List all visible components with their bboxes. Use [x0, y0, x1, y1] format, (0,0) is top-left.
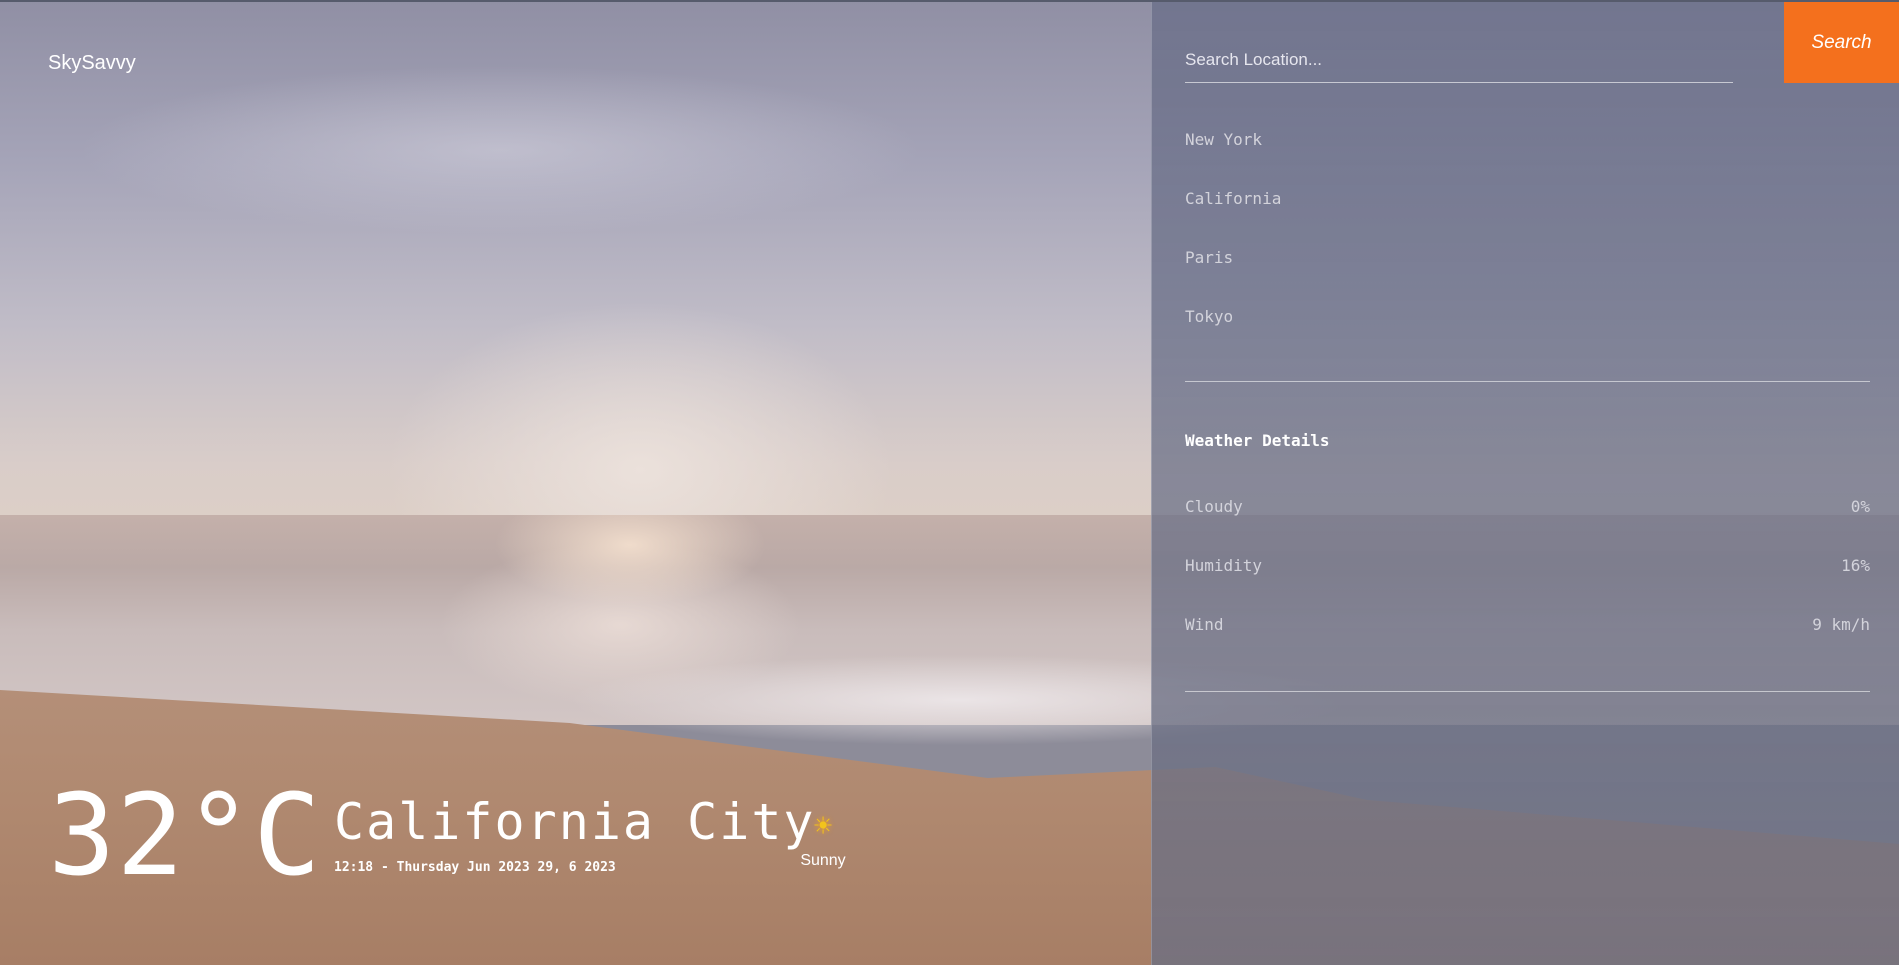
location-item-new-york[interactable]: New York	[1185, 130, 1281, 189]
weather-details: Cloudy 0% Humidity 16% Wind 9 km/h	[1185, 497, 1870, 674]
detail-value: 0%	[1850, 497, 1870, 516]
temperature: 32°C	[48, 771, 322, 901]
location-item-tokyo[interactable]: Tokyo	[1185, 307, 1281, 366]
side-panel: New York California Paris Tokyo Weather …	[1151, 2, 1899, 965]
divider	[1185, 691, 1870, 692]
search-field	[1185, 2, 1733, 83]
detail-row-wind: Wind 9 km/h	[1185, 615, 1870, 674]
search-button[interactable]: Search	[1784, 2, 1899, 83]
detail-label: Cloudy	[1185, 497, 1243, 516]
detail-value: 16%	[1841, 556, 1870, 575]
recent-locations: New York California Paris Tokyo	[1185, 130, 1281, 366]
location-item-california[interactable]: California	[1185, 189, 1281, 248]
date-time: 12:18 - Thursday Jun 2023 29, 6 2023	[334, 860, 616, 875]
divider	[1185, 381, 1870, 382]
detail-label: Wind	[1185, 615, 1224, 634]
location-item-paris[interactable]: Paris	[1185, 248, 1281, 307]
condition-label: Sunny	[800, 852, 846, 869]
detail-row-cloudy: Cloudy 0%	[1185, 497, 1870, 556]
sun-icon: ☀	[813, 809, 833, 844]
top-border	[0, 0, 1899, 2]
search-input[interactable]	[1185, 46, 1725, 74]
weather-details-title: Weather Details	[1185, 431, 1330, 450]
detail-row-humidity: Humidity 16%	[1185, 556, 1870, 615]
detail-label: Humidity	[1185, 556, 1263, 575]
weather-condition: ☀ Sunny	[790, 812, 856, 870]
city-name: California City	[334, 793, 816, 851]
brand-logo[interactable]: SkySavvy	[48, 52, 136, 75]
detail-value: 9 km/h	[1812, 615, 1870, 634]
location-info: California City 12:18 - Thursday Jun 202…	[334, 794, 816, 875]
